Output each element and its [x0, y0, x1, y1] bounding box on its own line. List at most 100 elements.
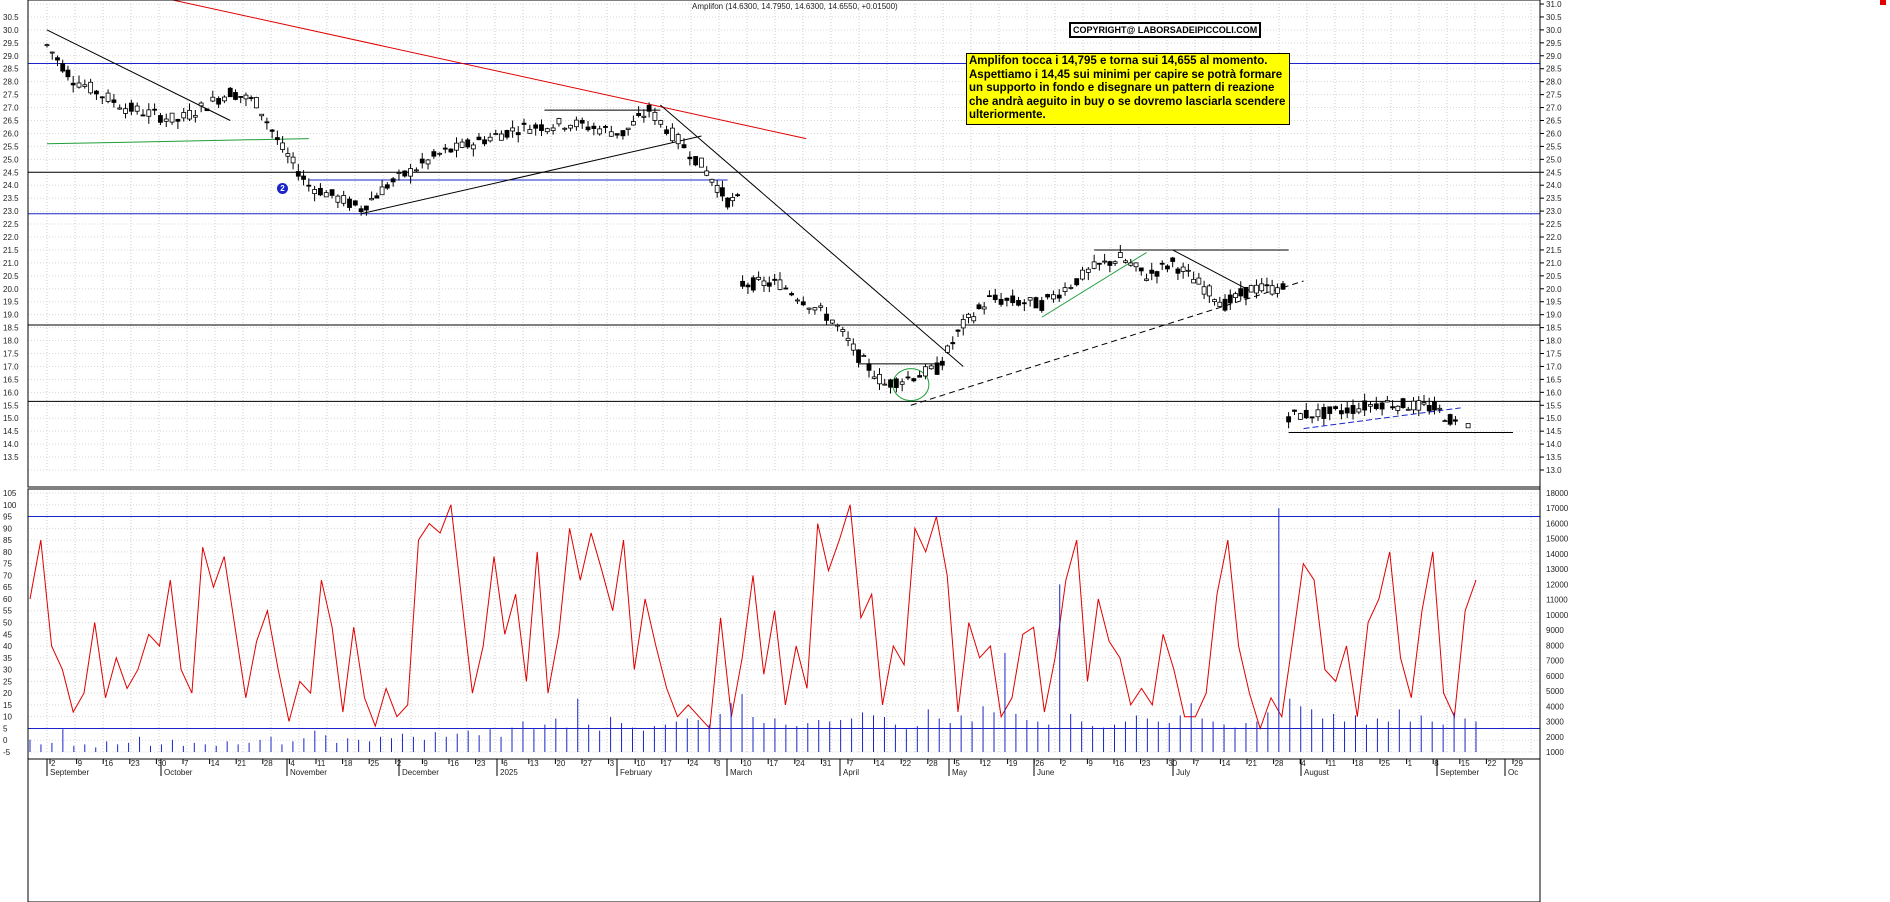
candle-body: [704, 170, 710, 176]
candle-body: [1248, 285, 1254, 293]
candle-body: [1297, 413, 1303, 420]
price-tick-label: 15.0: [3, 414, 19, 423]
candle-body: [301, 175, 306, 180]
candle-body: [1206, 285, 1212, 297]
price-tick-label: 15.0: [1546, 414, 1562, 423]
month-label: December: [402, 768, 439, 777]
candle-body: [1309, 416, 1315, 419]
volume-tick-label: 3000: [1546, 718, 1564, 727]
oscillator-tick-label: 30: [3, 666, 12, 675]
candle-body: [222, 96, 227, 102]
candle-body: [777, 279, 783, 290]
candle-body: [1138, 267, 1144, 272]
candle-body: [1128, 262, 1134, 266]
candle-body: [1421, 402, 1427, 405]
month-label: September: [50, 768, 89, 777]
candle-body: [1117, 252, 1123, 258]
candle-body: [504, 130, 510, 138]
candle-body: [264, 121, 270, 124]
candle-body: [192, 115, 198, 118]
day-tick-label: 1: [1408, 759, 1413, 768]
trendline-layer: [46, 0, 1513, 433]
price-tick-label: 19.0: [3, 311, 19, 320]
candle-body: [1123, 260, 1128, 263]
candle-body: [539, 124, 544, 131]
candle-body: [1274, 287, 1280, 294]
candle-body: [1039, 300, 1045, 311]
candle-body: [1390, 406, 1395, 409]
price-tick-label: 16.5: [1546, 375, 1562, 384]
volume-tick-label: 9000: [1546, 626, 1564, 635]
candle-body: [573, 119, 579, 128]
candle-body: [824, 313, 829, 321]
candle-body: [117, 107, 123, 110]
oscillator-tick-label: 50: [3, 619, 12, 628]
candle-body: [1051, 294, 1056, 300]
day-tick-label: 23: [1142, 759, 1151, 768]
volume-tick-label: 13000: [1546, 565, 1569, 574]
candle-body: [699, 157, 704, 168]
candle-body: [620, 130, 626, 137]
day-tick-label: 15: [1461, 759, 1470, 768]
candle-body: [1196, 277, 1202, 285]
candle-body: [871, 376, 877, 379]
candle-body: [1384, 400, 1390, 403]
day-tick-label: 14: [876, 759, 885, 768]
candle-body: [1045, 294, 1051, 298]
indicator-flag-icon: [1880, 0, 1886, 5]
candle-body: [1405, 408, 1411, 411]
candle-body: [1096, 262, 1102, 265]
candle-body: [323, 192, 329, 198]
day-tick-label: 27: [583, 759, 592, 768]
price-tick-label: 20.5: [3, 272, 19, 281]
candle-body: [233, 92, 238, 100]
candle-body: [556, 118, 562, 125]
candle-body: [198, 102, 204, 107]
day-tick-label: 7: [1195, 759, 1200, 768]
candle-body: [818, 305, 824, 308]
oscillator-tick-label: 40: [3, 642, 12, 651]
candle-body: [493, 133, 499, 135]
candle-body: [318, 187, 323, 196]
oscillator-tick-label: 45: [3, 630, 12, 639]
candle-body: [1170, 257, 1176, 262]
candle-body: [1442, 420, 1448, 423]
candle-body: [454, 142, 459, 151]
day-tick-label: 10: [743, 759, 752, 768]
candle-body: [152, 108, 158, 111]
candle-body: [140, 114, 146, 117]
oscillator-panel-frame: [27, 488, 1541, 760]
volume-tick-label: 7000: [1546, 657, 1564, 666]
candle-body: [945, 345, 950, 353]
candle-body: [44, 44, 50, 47]
day-tick-label: 29: [1514, 759, 1523, 768]
candle-body: [550, 127, 556, 131]
candle-body: [254, 97, 259, 109]
price-tick-label: 19.0: [1546, 311, 1562, 320]
candle-body: [585, 126, 591, 131]
price-tick-label: 28.0: [3, 78, 19, 87]
price-tick-label: 22.0: [3, 233, 19, 242]
day-tick-label: 17: [663, 759, 672, 768]
candle-body: [1453, 419, 1458, 422]
price-tick-label: 21.5: [3, 246, 19, 255]
candle-body: [911, 378, 917, 382]
price-tick-label: 16.5: [3, 375, 19, 384]
trendline-red: [170, 0, 807, 140]
candle-body: [745, 284, 751, 288]
candle-body: [465, 139, 471, 148]
candle-body: [402, 170, 408, 177]
candle-body: [1379, 402, 1385, 410]
candle-body: [521, 122, 527, 125]
candle-body: [123, 108, 128, 114]
candle-body: [709, 178, 715, 183]
month-label: November: [290, 768, 327, 777]
candle-body: [408, 168, 413, 177]
price-tick-label: 25.5: [3, 142, 19, 151]
candle-body: [800, 301, 806, 306]
day-tick-label: 25: [370, 759, 379, 768]
candle-body: [204, 108, 210, 112]
candle-body: [431, 151, 437, 157]
day-tick-label: 22: [1487, 759, 1496, 768]
analysis-note: Amplifon tocca i 14,795 e torna sui 14,6…: [966, 53, 1290, 125]
